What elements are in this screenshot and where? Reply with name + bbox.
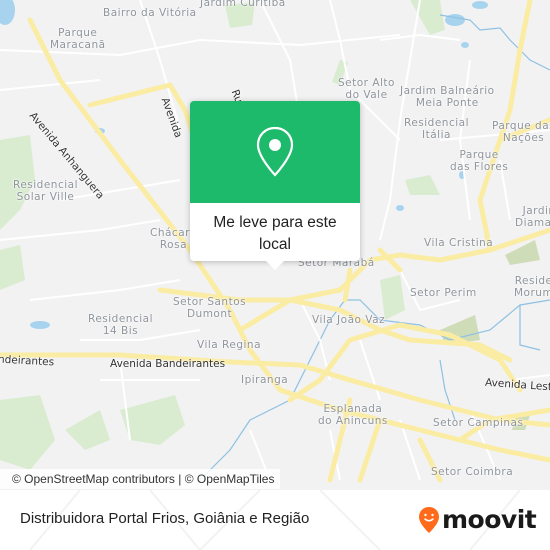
place-label: Bairro da Vitória (103, 7, 197, 19)
moovit-wordmark: moovit (442, 505, 537, 534)
map-canvas[interactable]: Bairro da Vitória Jardim Curitiba Parque… (0, 0, 550, 490)
place-label: Parque das Flores (450, 149, 509, 173)
road-label: Avenida Bandeirantes (110, 358, 226, 370)
place-title: Distribuidora Portal Frios, Goiânia e Re… (20, 510, 310, 527)
take-me-here-link[interactable]: Me leve para este local (190, 203, 360, 256)
place-label: Reside Morum (514, 275, 550, 299)
place-label: Setor Coimbra (431, 466, 514, 478)
place-label: Residencial Solar Ville (13, 179, 78, 203)
place-label: Setor Santos Dumont (173, 296, 247, 320)
place-label: Jardim Balneário Meia Ponte (400, 85, 495, 109)
place-label: Setor Perim (410, 287, 477, 299)
place-label: Residencial Itália (404, 117, 469, 141)
place-label: Esplanada do Anincuns (318, 403, 388, 427)
place-label: Setor Alto do Vale (338, 77, 395, 101)
moovit-logo[interactable]: moovit (418, 505, 537, 534)
place-label: Parque Maracanã (50, 27, 106, 51)
place-label: Vila Cristina (424, 237, 494, 249)
place-label: Jardim Diamanti (515, 205, 550, 229)
directions-popup[interactable]: Me leve para este local (190, 101, 360, 270)
place-label: Parque das Nações (492, 120, 550, 144)
place-label: Jardim Curitiba (200, 0, 286, 9)
map-attribution[interactable]: © OpenStreetMap contributors | © OpenMap… (0, 469, 281, 489)
popup-header (190, 101, 360, 203)
place-label: Ipiranga (241, 374, 289, 386)
place-label: Vila João Vaz (312, 314, 386, 326)
map-pin-icon (256, 126, 294, 177)
popup-pointer (266, 261, 284, 270)
moovit-pin-icon (419, 506, 439, 533)
place-label: Vila Regina (197, 339, 262, 351)
place-label: Residencial 14 Bis (88, 313, 153, 337)
place-label: Setor Campinas (433, 417, 524, 429)
